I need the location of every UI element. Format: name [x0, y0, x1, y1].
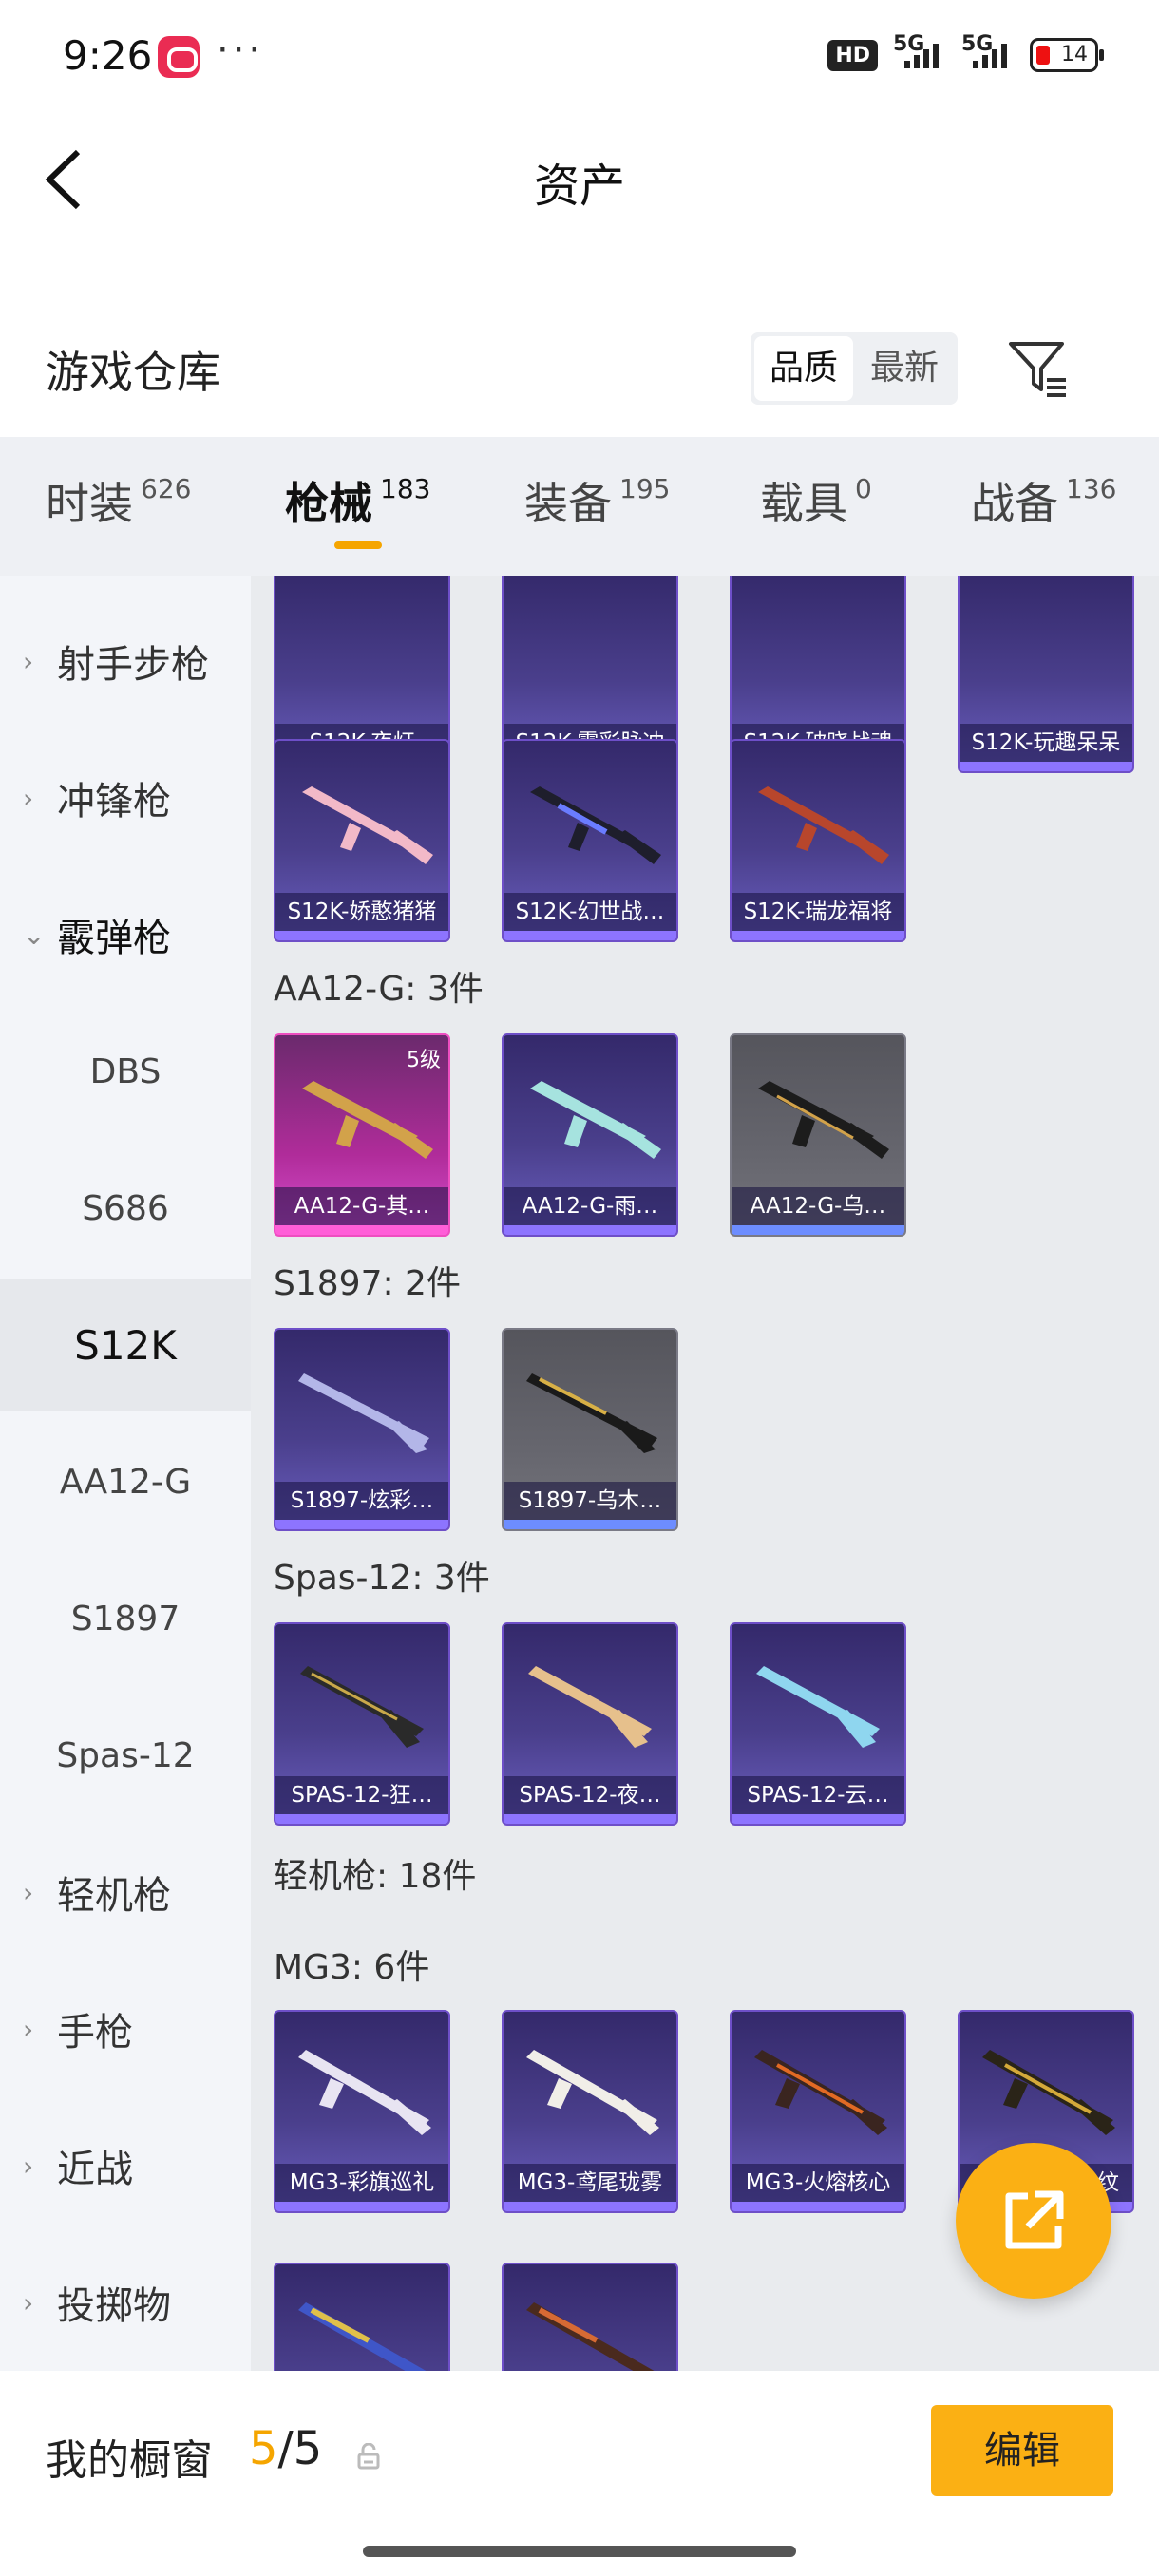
signal-icon: 5G: [961, 32, 1015, 74]
share-button[interactable]: [956, 2143, 1112, 2299]
tab-firearms[interactable]: 枪械 183: [285, 469, 430, 532]
item-card[interactable]: 5级 AA12-G-其…: [274, 1033, 450, 1237]
sidebar-item-dbs[interactable]: DBS: [0, 1005, 251, 1138]
chevron-right-icon: ›: [23, 1876, 34, 1908]
sidebar-item-aa12g[interactable]: AA12-G: [0, 1415, 251, 1548]
shotgun-icon: [300, 1666, 424, 1748]
shotgun-icon: [302, 1081, 433, 1159]
section-title: AA12-G: 3件: [274, 970, 484, 1009]
item-card[interactable]: S1897-炫彩…: [274, 1328, 450, 1531]
tab-supplies[interactable]: 战备 136: [971, 469, 1116, 532]
sort-newest-button[interactable]: 最新: [855, 336, 954, 401]
machine-gun-icon: [526, 2050, 659, 2135]
section-title: Spas-12: 3件: [274, 1559, 490, 1598]
machine-gun-icon: [982, 2050, 1115, 2135]
tab-indicator: [334, 541, 382, 549]
machine-gun-icon: [298, 2302, 427, 2371]
shotgun-icon: [758, 1081, 889, 1159]
status-time: 9:26: [63, 32, 153, 79]
item-card[interactable]: S1897-乌木…: [502, 1328, 678, 1531]
tab-vehicles[interactable]: 载具 0: [760, 469, 872, 532]
item-card[interactable]: AA12-G-雨…: [502, 1033, 678, 1237]
item-grid: S12K-夜灯 S12K-霓彩脉冲 S12K-破晓战魂 S12K-玩趣呆呆 S1…: [251, 576, 1159, 2371]
edit-button[interactable]: 编辑: [931, 2405, 1113, 2496]
sidebar-item-s686[interactable]: S686: [0, 1142, 251, 1275]
battery-icon: 14: [1030, 38, 1104, 72]
shotgun-icon: [530, 1081, 661, 1159]
tab-fashion[interactable]: 时装 626: [46, 469, 191, 532]
item-card[interactable]: MG3-鸢尾珑雾: [502, 2010, 678, 2213]
section-title: S1897: 2件: [274, 1264, 461, 1303]
machine-gun-icon: [298, 2050, 431, 2135]
sidebar-item-throwable[interactable]: › 投掷物: [0, 2236, 251, 2369]
machine-gun-icon: [526, 2302, 655, 2371]
item-card[interactable]: S12K-瑞龙福将: [730, 739, 906, 942]
item-card[interactable]: MG3-彩旗巡礼: [274, 2010, 450, 2213]
home-indicator[interactable]: [363, 2546, 796, 2557]
shotgun-icon: [758, 786, 889, 864]
chevron-right-icon: ›: [23, 645, 34, 677]
shotgun-icon: [526, 1373, 657, 1453]
tab-equipment[interactable]: 装备 195: [524, 469, 670, 532]
item-card[interactable]: [274, 2263, 450, 2371]
sort-quality-button[interactable]: 品质: [754, 336, 853, 401]
item-card[interactable]: S12K-娇憨猪猪: [274, 739, 450, 942]
section-title: 轻机枪: 18件: [274, 1857, 477, 1896]
chevron-right-icon: ›: [23, 2150, 34, 2182]
machine-gun-icon: [754, 2050, 887, 2135]
item-card[interactable]: S12K-玩趣呆呆: [958, 576, 1134, 773]
item-card[interactable]: S12K-幻世战…: [502, 739, 678, 942]
shotgun-icon: [528, 1666, 652, 1748]
notification-app-icon: [158, 36, 200, 78]
sidebar-item-s1897[interactable]: S1897: [0, 1552, 251, 1685]
sidebar: › 射手步枪 › 冲锋枪 ⌄ 霰弹枪 DBS S686 S12K AA12-G S18…: [0, 576, 251, 2371]
hd-icon: HD: [827, 39, 878, 71]
section-title: MG3: 6件: [274, 1948, 430, 1987]
sidebar-item-pistol[interactable]: › 手枪: [0, 1962, 251, 2095]
shotgun-icon: [530, 786, 661, 864]
filter-icon[interactable]: [1007, 338, 1068, 399]
showcase-count: 5/5: [249, 2422, 323, 2475]
shotgun-icon: [298, 1373, 429, 1453]
lock-icon: [357, 2443, 380, 2470]
shotgun-icon: [756, 1666, 880, 1748]
chevron-down-icon: ⌄: [23, 919, 46, 951]
sidebar-item-s12k[interactable]: S12K: [0, 1279, 251, 1411]
sidebar-item-shotgun[interactable]: ⌄ 霰弹枪: [0, 868, 251, 1001]
item-card[interactable]: AA12-G-乌…: [730, 1033, 906, 1237]
chevron-right-icon: ›: [23, 2013, 34, 2045]
sidebar-item-marksman[interactable]: › 射手步枪: [0, 595, 251, 728]
page-title: 资产: [533, 160, 625, 213]
item-card[interactable]: SPAS-12-夜…: [502, 1622, 678, 1826]
status-bar: 9:26 ··· HD 5G 5G 14: [0, 0, 1159, 114]
external-link-icon: [1005, 2190, 1064, 2249]
sidebar-item-lmg[interactable]: › 轻机枪: [0, 1826, 251, 1959]
showcase-label: 我的橱窗: [46, 2436, 213, 2485]
item-card[interactable]: [502, 2263, 678, 2371]
chevron-right-icon: ›: [23, 782, 34, 814]
item-card[interactable]: SPAS-12-云…: [730, 1622, 906, 1826]
sidebar-item-melee[interactable]: › 近战: [0, 2099, 251, 2232]
more-notifications-icon: ···: [217, 28, 265, 72]
shotgun-icon: [302, 786, 433, 864]
sidebar-item-smg[interactable]: › 冲锋枪: [0, 731, 251, 864]
sidebar-item-spas12[interactable]: Spas-12: [0, 1689, 251, 1822]
item-card[interactable]: MG3-火熔核心: [730, 2010, 906, 2213]
item-card[interactable]: SPAS-12-狂…: [274, 1622, 450, 1826]
warehouse-title: 游戏仓库: [46, 347, 220, 398]
signal-icon: 5G: [893, 32, 946, 74]
chevron-right-icon: ›: [23, 2286, 34, 2319]
